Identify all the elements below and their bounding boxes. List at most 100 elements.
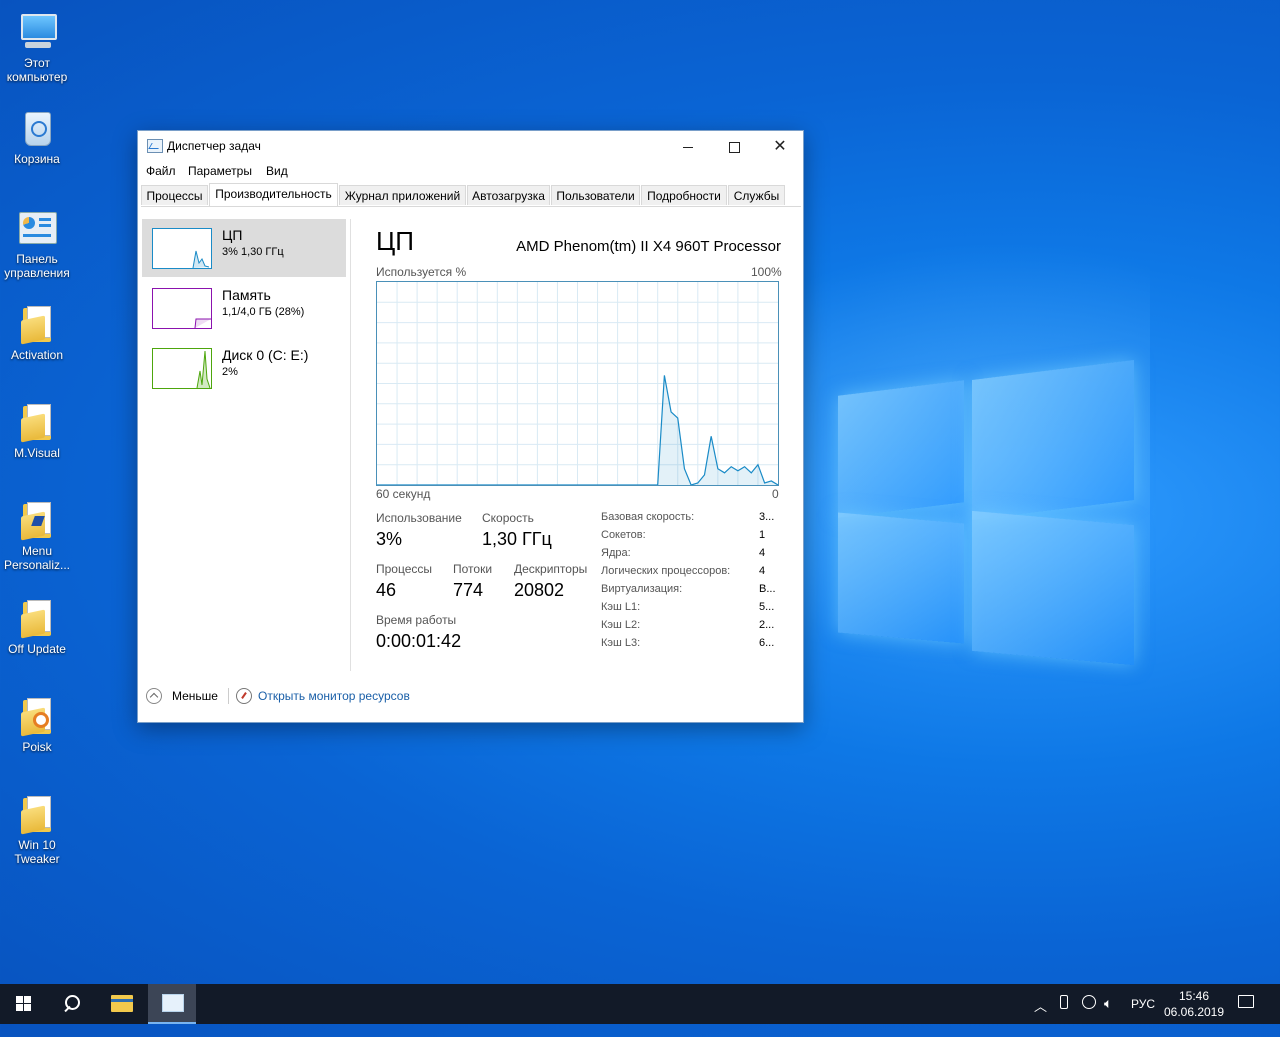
usb-eject-icon[interactable] [1060,995,1068,1009]
threads-stat-value: 774 [453,580,484,600]
recycle-bin-icon [17,108,57,148]
task-manager-window: Диспетчер задач ✕ Файл Параметры Вид Про… [137,130,804,723]
uptime-stat-label: Время работы [376,613,457,627]
tab-users[interactable]: Пользователи [551,185,640,205]
open-resource-monitor-link[interactable]: Открыть монитор ресурсов [258,689,410,703]
performance-sidebar: ЦП 3% 1,30 ГГц Память 1,1/4,0 ГБ (28%) Д… [142,219,351,671]
spec-cores-value: 4 [759,547,766,559]
processes-stat-value: 46 [376,580,397,600]
control-panel-icon [17,208,57,248]
tab-services[interactable]: Службы [728,185,785,205]
window-footer: Меньше Открыть монитор ресурсов [146,688,786,708]
cpu-heading: ЦП [376,226,414,256]
usage-stat-label: Использование [376,511,462,525]
desktop-icon-poisk[interactable]: Poisk [0,696,74,754]
spec-l2-value: 2... [759,619,775,631]
memory-thumbnail-svg [194,318,211,329]
sidebar-memory-sub: 1,1/4,0 ГБ (28%) [222,306,305,318]
input-language-indicator[interactable]: РУС [1131,997,1155,1037]
spec-cores-label: Ядра: [601,547,631,559]
desktop-icon-off-update[interactable]: Off Update [0,598,74,656]
start-button[interactable] [0,984,48,1024]
processes-stat-label: Процессы [376,562,433,576]
tray-overflow-chevron-icon[interactable]: ︿ [1034,996,1047,1036]
spec-logical-value: 4 [759,565,766,577]
tab-performance[interactable]: Производительность [209,183,338,206]
usage-percent-label: Используется % [376,265,467,279]
desktop-icon-recycle-bin[interactable]: Корзина [0,108,74,166]
taskbar-file-explorer[interactable] [98,984,146,1024]
spec-sockets-label: Сокетов: [601,529,646,541]
desktop-icon-this-pc[interactable]: Этот компьютер [0,12,74,84]
taskbar: ︿ 🔈︎ РУС 15:46 06.06.2019 [0,984,1280,1024]
tab-details[interactable]: Подробности [641,185,727,205]
memory-thumbnail-graph [152,288,212,329]
clock-date: 06.06.2019 [1163,1005,1225,1019]
spec-virtualization-value: В... [759,583,776,595]
action-center-icon[interactable] [1238,995,1254,1008]
sidebar-disk-sub: 2% [222,366,238,378]
minimize-button[interactable] [665,131,711,161]
spec-sockets-value: 1 [759,529,766,541]
folder-icon [17,304,57,345]
disk-thumbnail-svg [196,350,211,389]
menu-view[interactable]: Вид [266,164,288,178]
system-clock[interactable]: 15:46 06.06.2019 [1160,988,1228,1020]
max-percent-label: 100% [751,265,782,279]
folder-icon [17,794,57,835]
sidebar-item-memory[interactable]: Память 1,1/4,0 ГБ (28%) [142,279,346,337]
sidebar-cpu-name: ЦП [222,227,243,243]
spec-l1-label: Кэш L1: [601,601,641,613]
maximize-icon [728,141,740,153]
clock-time: 15:46 [1178,989,1210,1003]
desktop-icon-win10-tweaker[interactable]: Win 10 Tweaker [0,794,74,866]
spec-l3-label: Кэш L3: [601,637,641,649]
speed-stat-value: 1,30 ГГц [482,529,552,549]
taskbar-task-manager[interactable] [148,984,196,1024]
search-button[interactable] [48,984,96,1024]
volume-icon[interactable]: 🔈︎ [1104,995,1112,1035]
title-bar[interactable]: Диспетчер задач ✕ [138,131,803,161]
sidebar-disk-name: Диск 0 (C: E:) [222,347,309,363]
tab-processes[interactable]: Процессы [141,185,208,205]
tab-startup[interactable]: Автозагрузка [467,185,550,205]
menu-bar: Файл Параметры Вид [138,161,803,183]
tab-app-history[interactable]: Журнал приложений [339,185,466,205]
spec-base-speed-value: 3... [759,511,775,523]
computer-icon [17,12,57,52]
handles-stat-label: Дескрипторы [514,562,588,576]
spec-l3-value: 6... [759,637,775,649]
cpu-usage-graph [376,281,779,486]
menu-params[interactable]: Параметры [188,164,252,178]
uptime-stat-value: 0:00:01:42 [376,631,462,651]
maximize-button[interactable] [711,131,757,161]
sidebar-item-disk[interactable]: Диск 0 (C: E:) 2% [142,339,346,397]
time-span-label: 60 секунд [376,487,431,501]
fewer-details-link[interactable]: Меньше [172,689,218,703]
folder-icon [17,500,57,541]
desktop-icon-mvisual[interactable]: M.Visual [0,402,74,460]
collapse-icon[interactable] [146,688,162,704]
sidebar-item-cpu[interactable]: ЦП 3% 1,30 ГГц [142,219,346,277]
desktop-icon-menu-personalizer[interactable]: Menu Personaliz... [0,500,74,572]
spec-l2-label: Кэш L2: [601,619,641,631]
close-button[interactable]: ✕ [757,131,803,161]
desktop-icon-activation[interactable]: Activation [0,304,74,362]
cpu-graph-svg [377,282,779,486]
resource-monitor-icon [236,688,252,704]
minimize-icon [683,146,693,148]
tab-strip: Процессы Производительность Журнал прило… [141,183,801,207]
handles-stat-value: 20802 [514,580,565,600]
network-globe-icon[interactable] [1082,995,1096,1009]
cpu-thumbnail-graph [152,228,212,269]
task-manager-icon [147,139,163,153]
sidebar-cpu-sub: 3% 1,30 ГГц [222,246,284,258]
task-manager-icon [162,994,184,1012]
desktop-icon-control-panel[interactable]: Панель управления [0,208,74,280]
spec-base-speed-label: Базовая скорость: [601,511,695,523]
menu-file[interactable]: Файл [146,164,176,178]
close-icon: ✕ [773,138,787,155]
window-title: Диспетчер задач [167,139,261,153]
cpu-model: AMD Phenom(tm) II X4 960T Processor [516,238,781,255]
usage-stat-value: 3% [376,529,403,549]
